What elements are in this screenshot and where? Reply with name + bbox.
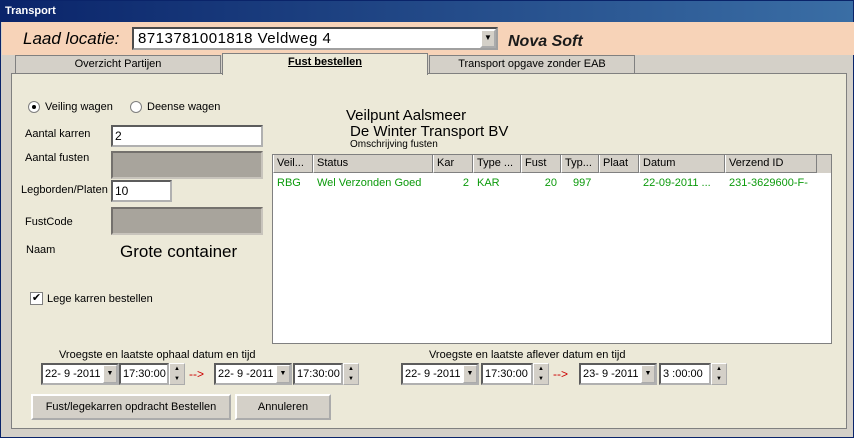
window-title: Transport — [1, 1, 853, 22]
aflever-date-from-value: 22- 9 -2011 — [405, 368, 461, 380]
legborden-field[interactable]: 10 — [111, 180, 172, 202]
aflever-arrow: --> — [553, 367, 568, 381]
col-header[interactable]: Veil... — [273, 155, 313, 173]
ophaal-time-from[interactable]: 17:30:00 — [119, 363, 169, 385]
col-header[interactable]: Typ... — [561, 155, 599, 173]
laad-locatie-label: Laad locatie: — [23, 29, 120, 48]
aflever-date-to-value: 23- 9 -2011 — [583, 368, 639, 380]
chevron-down-icon[interactable]: ▼ — [463, 365, 477, 383]
ophaal-date-from-value: 22- 9 -2011 — [45, 368, 101, 380]
lege-karren-label: Lege karren bestellen — [47, 293, 153, 305]
ophaal-time-from-spinner[interactable]: ▲ ▼ — [169, 363, 185, 385]
transport-window: Transport Laad locatie: 8713781001818 Ve… — [0, 0, 854, 438]
aantal-fusten-label: Aantal fusten — [25, 152, 90, 164]
ophaal-date-to[interactable]: 22- 9 -2011 ▼ — [214, 363, 292, 385]
col-header[interactable]: Verzend ID — [725, 155, 817, 173]
naam-value: Grote container — [120, 242, 238, 261]
table-cell: 2 — [462, 177, 469, 189]
location-combo[interactable]: 8713781001818 Veldweg 4 ▼ — [132, 27, 498, 50]
ophaal-date-to-value: 22- 9 -2011 — [218, 368, 274, 380]
radio-deense-wagen[interactable] — [130, 101, 142, 113]
cancel-button[interactable]: Annuleren — [235, 394, 331, 420]
ophaal-date-from[interactable]: 22- 9 -2011 ▼ — [41, 363, 119, 385]
radio-deense-label: Deense wagen — [147, 101, 221, 113]
fustcode-label: FustCode — [25, 216, 73, 228]
col-header[interactable]: Type ... — [473, 155, 521, 173]
aantal-fusten-field — [111, 151, 263, 179]
grid-header: Veil... Status Kar Type ... Fust Typ... … — [273, 155, 831, 173]
col-header[interactable]: Kar — [433, 155, 473, 173]
aflever-date-to[interactable]: 23- 9 -2011 ▼ — [579, 363, 657, 385]
ophaal-time-to-spinner[interactable]: ▲ ▼ — [343, 363, 359, 385]
fust-grid[interactable]: Veil... Status Kar Type ... Fust Typ... … — [272, 154, 832, 344]
brand-label: Nova Soft — [508, 33, 583, 50]
aflever-date-from[interactable]: 22- 9 -2011 ▼ — [401, 363, 479, 385]
radio-veiling-wagen[interactable] — [28, 101, 40, 113]
aflever-time-to[interactable]: 3 :00:00 — [659, 363, 711, 385]
tab-transport-opgave[interactable]: Transport opgave zonder EAB — [429, 55, 635, 73]
legborden-label: Legborden/Platen — [21, 184, 108, 196]
table-cell: KAR — [477, 177, 500, 189]
aflever-time-to-spinner[interactable]: ▲ ▼ — [711, 363, 727, 385]
table-cell: 22-09-2011 ... — [643, 177, 711, 189]
radio-veiling-label: Veiling wagen — [45, 101, 113, 113]
table-cell: Wel Verzonden Goed — [317, 177, 422, 189]
aantal-karren-label: Aantal karren — [25, 128, 91, 140]
ophaal-label: Vroegste en laatste ophaal datum en tijd — [59, 349, 256, 361]
aantal-karren-field[interactable]: 2 — [111, 125, 263, 147]
fustcode-field — [111, 207, 263, 235]
table-cell: RBG — [277, 177, 301, 189]
col-header[interactable]: Datum — [639, 155, 725, 173]
table-cell: 997 — [573, 177, 592, 189]
chevron-down-icon[interactable]: ▼ — [103, 365, 117, 383]
ophaal-arrow: --> — [189, 367, 204, 381]
table-cell: 20 — [544, 177, 557, 189]
table-cell: 231-3629600-F- — [729, 177, 808, 189]
col-header[interactable]: Plaat — [599, 155, 639, 173]
ophaal-time-to[interactable]: 17:30:00 — [293, 363, 343, 385]
omschrijving-label: Omschrijving fusten — [350, 139, 438, 150]
order-button[interactable]: Fust/legekarren opdracht Bestellen — [31, 394, 231, 420]
chevron-down-icon[interactable]: ▼ — [480, 29, 496, 48]
chevron-down-icon[interactable]: ▼ — [276, 365, 290, 383]
location-value: 8713781001818 Veldweg 4 — [138, 30, 332, 47]
aflever-time-from[interactable]: 17:30:00 — [481, 363, 533, 385]
tab-overzicht-partijen[interactable]: Overzicht Partijen — [15, 55, 221, 73]
aflever-label: Vroegste en laatste aflever datum en tij… — [429, 349, 626, 361]
aflever-time-from-spinner[interactable]: ▲ ▼ — [533, 363, 549, 385]
transporter-title: De Winter Transport BV — [350, 123, 509, 140]
naam-label: Naam — [26, 244, 56, 256]
tab-fust-bestellen[interactable]: Fust bestellen — [222, 53, 428, 75]
chevron-down-icon[interactable]: ▼ — [641, 365, 655, 383]
col-header[interactable]: Fust — [521, 155, 561, 173]
lege-karren-checkbox[interactable]: ✔ — [30, 292, 43, 305]
col-header[interactable]: Status — [313, 155, 433, 173]
veilpunt-title: Veilpunt Aalsmeer — [346, 107, 467, 124]
